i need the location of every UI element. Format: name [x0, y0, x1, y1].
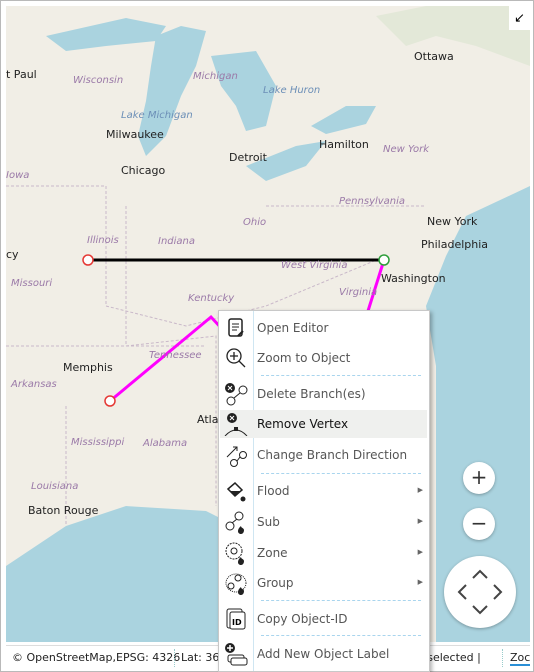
map-label: Chicago [121, 164, 166, 177]
map-label: New York [383, 144, 430, 155]
menu-item-copy-object-id[interactable]: ID Copy Object-ID [220, 605, 427, 633]
menu-item-label: Add New Object Label [257, 647, 390, 661]
map-label: Baton Rouge [28, 504, 99, 517]
menu-item-label: Flood [257, 484, 290, 498]
menu-item-zone[interactable]: Zone ▶ [220, 539, 427, 567]
map-label: Indiana [158, 236, 196, 247]
map-label: Illinois [87, 235, 119, 246]
id-icon: ID [226, 608, 246, 630]
map-label: Tennessee [149, 350, 202, 361]
submenu-arrow-icon: ▶ [417, 548, 423, 556]
map-label: Ottawa [414, 50, 454, 63]
menu-item-label: Zone [257, 546, 288, 560]
group-icon [225, 573, 247, 595]
menu-separator [261, 473, 421, 474]
map-label: Michigan [193, 71, 238, 82]
attribution[interactable]: © OpenStreetMap, [12, 651, 116, 664]
latitude-readout: Lat: 36 [181, 651, 220, 664]
zoom-out-button[interactable]: − [463, 508, 495, 540]
pan-control[interactable] [444, 556, 516, 628]
menu-separator [261, 375, 421, 376]
submenu-arrow-icon: ▶ [417, 517, 423, 525]
sub-icon [225, 511, 244, 534]
menu-separator [261, 600, 421, 601]
menu-item-label: Open Editor [257, 321, 329, 335]
map-label: Mississippi [71, 437, 125, 448]
vertex-red [82, 254, 94, 266]
collapse-arrow-icon: ↙ [514, 11, 525, 26]
map-label: Alabama [143, 438, 188, 449]
map-label: Atla [197, 413, 219, 426]
map-label: Louisiana [31, 481, 79, 492]
map-label: Hamilton [319, 138, 369, 151]
epsg-code: EPSG: 4326 [116, 651, 181, 664]
menu-item-group[interactable]: Group ▶ [220, 569, 427, 597]
menu-item-change-branch-direction[interactable]: Change Branch Direction [220, 441, 427, 469]
map-label: Iowa [6, 170, 30, 181]
menu-item-add-new-object-label[interactable]: Add New Object Label [220, 640, 427, 668]
remove-vertex-icon [224, 413, 248, 436]
map-label: Ohio [243, 217, 267, 228]
delete-branch-icon [225, 383, 248, 406]
menu-item-label: Remove Vertex [257, 417, 349, 431]
zoom-readout: Zoc [510, 651, 531, 666]
editor-icon [228, 318, 244, 337]
vertex-red [104, 395, 116, 407]
menu-item-label: Group [257, 576, 294, 590]
map-label: Lake Huron [263, 85, 321, 96]
map-label: Wisconsin [73, 75, 124, 86]
map-label: cy [6, 248, 19, 261]
map-label: Milwaukee [106, 128, 164, 141]
map-label: Detroit [229, 151, 267, 164]
map-label: Washington [381, 272, 446, 285]
menu-item-label: Zoom to Object [257, 351, 351, 365]
menu-item-sub[interactable]: Sub ▶ [220, 508, 427, 536]
menu-item-label: Sub [257, 515, 280, 529]
map-label: t Paul [6, 68, 37, 81]
menu-item-zoom-to-object[interactable]: Zoom to Object [220, 344, 427, 372]
map-label: Memphis [63, 361, 113, 374]
menu-item-label: Change Branch Direction [257, 448, 408, 462]
zoom-in-icon [226, 348, 246, 368]
map-label: Missouri [11, 278, 53, 289]
map-label: Lake Michigan [121, 110, 193, 121]
menu-item-label: Delete Branch(es) [257, 387, 366, 401]
submenu-arrow-icon: ▶ [417, 486, 423, 494]
map-label: Arkansas [11, 379, 57, 390]
menu-item-flood[interactable]: Flood ▶ [220, 477, 427, 505]
svg-text:ID: ID [232, 618, 242, 627]
menu-item-open-editor[interactable]: Open Editor [220, 314, 427, 342]
submenu-arrow-icon: ▶ [417, 578, 423, 586]
context-menu: Open Editor Zoom to Object Delete Branch(e… [218, 310, 430, 672]
zoom-in-button[interactable]: + [463, 462, 495, 494]
menu-separator [261, 635, 421, 636]
change-direction-icon [226, 446, 247, 467]
map-label: Kentucky [188, 293, 235, 304]
zone-icon [225, 542, 244, 565]
vertex-green [378, 254, 390, 266]
pan-arrows-icon [457, 569, 503, 615]
map-label: Pennsylvania [339, 196, 406, 207]
map-label: West Virginia [281, 260, 348, 271]
map-label: Philadelphia [421, 238, 489, 251]
map-label: Virginia [339, 287, 378, 298]
flood-icon [226, 481, 246, 502]
add-label-icon [225, 643, 248, 666]
menu-item-label: Copy Object-ID [257, 612, 348, 626]
map-label: New York [427, 215, 478, 228]
collapse-button[interactable]: ↙ [509, 6, 530, 30]
menu-item-delete-branch-es[interactable]: Delete Branch(es) [220, 380, 427, 408]
menu-item-remove-vertex[interactable]: Remove Vertex [220, 410, 427, 438]
